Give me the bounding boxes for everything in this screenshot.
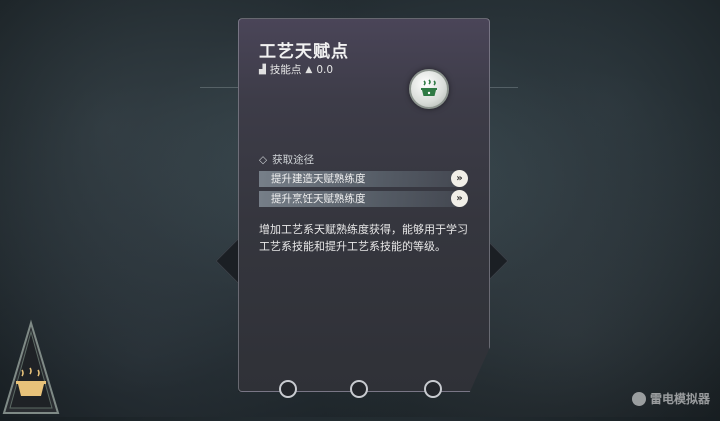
go-arrow-icon[interactable]: » xyxy=(451,170,468,187)
tab-indicator-2[interactable] xyxy=(350,380,368,398)
go-arrow-icon[interactable]: » xyxy=(451,190,468,207)
pot-icon: ▟ xyxy=(259,64,266,75)
source-item-cook[interactable]: 提升烹饪天赋熟练度 » xyxy=(259,190,468,207)
divider-right xyxy=(488,87,518,88)
source-item-build[interactable]: 提升建造天赋熟练度 » xyxy=(259,170,468,187)
description-text: 增加工艺系天赋熟练度获得，能够用于学习工艺系技能和提升工艺系技能的等级。 xyxy=(259,223,468,253)
card-title: 工艺天赋点 xyxy=(259,42,349,62)
tab-indicator-1[interactable] xyxy=(279,380,297,398)
skill-points-label: 技能点 xyxy=(269,64,302,76)
talent-point-card: 工艺天赋点 ▟ 技能点 ▲ 0.0 ◇ 获取途径 提升建造天赋熟练度 » 提升烹… xyxy=(238,18,490,392)
divider-left xyxy=(200,87,240,88)
skill-points-row: ▟ 技能点 ▲ 0.0 xyxy=(259,62,333,77)
watermark: 雷电模拟器 xyxy=(631,390,710,407)
source-item-label: 提升建造天赋熟练度 xyxy=(271,173,366,185)
cooking-pot-icon xyxy=(409,69,449,109)
watermark-logo-icon xyxy=(631,391,646,406)
crafting-badge[interactable] xyxy=(0,318,62,417)
source-header-label: 获取途径 xyxy=(272,154,315,166)
bag-icon: ▲ xyxy=(305,64,313,75)
source-item-label: 提升烹饪天赋熟练度 xyxy=(271,193,366,205)
diamond-bullet-icon: ◇ xyxy=(259,153,268,166)
watermark-text: 雷电模拟器 xyxy=(649,392,710,406)
skill-points-value: 0.0 xyxy=(316,63,334,76)
tab-indicator-3[interactable] xyxy=(424,380,442,398)
source-header: ◇ 获取途径 xyxy=(259,152,314,167)
